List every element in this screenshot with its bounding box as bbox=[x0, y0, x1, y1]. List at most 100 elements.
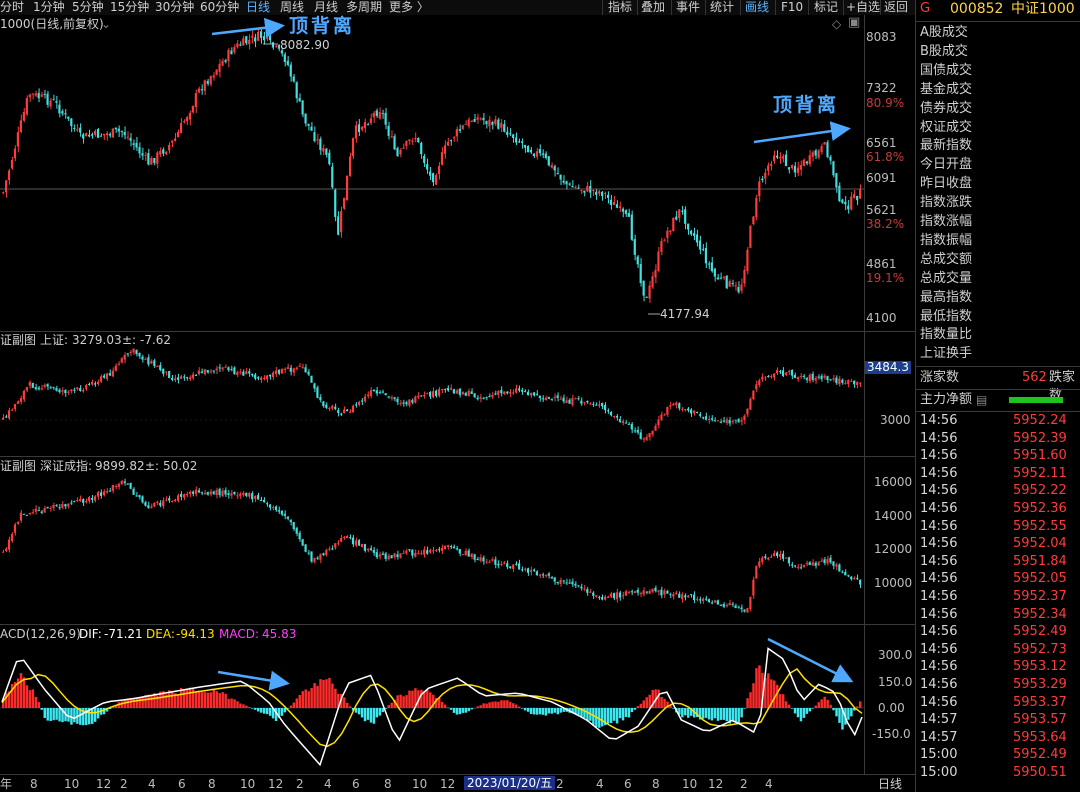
sub2-candle bbox=[698, 599, 702, 601]
sub2-candle bbox=[408, 549, 411, 551]
sub1-change-label: ±: bbox=[122, 333, 137, 347]
period-indicator[interactable]: 日线 bbox=[878, 777, 902, 791]
tick-row: 14:56 5951.84 bbox=[916, 553, 1080, 571]
macd-histogram-bar bbox=[642, 700, 646, 708]
macd-histogram-bar bbox=[19, 673, 23, 708]
sub1-candle bbox=[595, 404, 598, 406]
macd-histogram-bar bbox=[22, 677, 26, 708]
sub2-candle bbox=[859, 579, 862, 585]
macd-histogram-bar bbox=[710, 708, 714, 721]
macd-histogram-bar bbox=[583, 708, 586, 718]
macd-histogram-bar bbox=[740, 708, 743, 718]
sub2-candle bbox=[381, 553, 384, 555]
main-candle bbox=[209, 76, 212, 85]
sub2-candle bbox=[577, 585, 580, 587]
sub2-candle bbox=[684, 595, 687, 598]
sub2-candle bbox=[372, 549, 375, 553]
sub1-candle bbox=[802, 375, 805, 377]
sub2-candle bbox=[260, 499, 263, 501]
chevron-down-icon[interactable]: ⌄ bbox=[101, 17, 111, 31]
sub2-candle bbox=[503, 562, 506, 564]
macd-histogram-bar bbox=[206, 692, 210, 708]
sub2-candle bbox=[853, 578, 856, 580]
sub2-candle bbox=[429, 550, 432, 553]
main-candle bbox=[618, 206, 621, 209]
window-toggle-icon[interactable]: ▣ bbox=[848, 16, 860, 30]
sub2-candle bbox=[147, 505, 150, 508]
sub2-candle bbox=[773, 553, 776, 557]
sub2-candle bbox=[808, 562, 811, 566]
sub2-candle bbox=[583, 588, 586, 590]
panel-divider bbox=[0, 624, 915, 625]
sub2-candle bbox=[621, 595, 624, 597]
sub2-candle bbox=[434, 549, 438, 551]
sub1-candle bbox=[767, 376, 770, 378]
tick-price: 5952.34 bbox=[1013, 606, 1067, 622]
main-candle bbox=[832, 161, 835, 176]
sub2-candle bbox=[159, 502, 162, 506]
sub2-candle bbox=[701, 598, 705, 602]
x-axis-label: 12 bbox=[268, 777, 284, 791]
main-candle bbox=[168, 144, 171, 151]
main-candle bbox=[369, 118, 372, 124]
main-candle bbox=[268, 35, 272, 41]
main-candle bbox=[636, 256, 639, 265]
sub2-candle bbox=[411, 549, 414, 556]
main-candle bbox=[612, 202, 616, 206]
sub1-candle bbox=[185, 377, 189, 379]
sub2-candle bbox=[82, 499, 85, 503]
macd-histogram-bar bbox=[372, 708, 376, 724]
macd-histogram-bar bbox=[520, 708, 524, 709]
tick-price: 5950.51 bbox=[1013, 765, 1067, 780]
sub2-candle bbox=[716, 600, 719, 605]
x-axis-label: 6 bbox=[624, 777, 632, 791]
main-candle bbox=[817, 150, 820, 158]
sub1-candle bbox=[168, 371, 171, 379]
main-candle bbox=[663, 240, 666, 242]
sub2-candle bbox=[690, 594, 693, 596]
main-candle bbox=[722, 276, 725, 278]
main-candle bbox=[541, 153, 544, 155]
diamond-icon[interactable]: ◇ bbox=[832, 17, 841, 31]
macd-histogram-bar bbox=[660, 697, 663, 708]
main-candle bbox=[64, 113, 67, 115]
sub2-candle bbox=[414, 552, 417, 557]
macd-histogram-bar bbox=[67, 708, 70, 722]
sub1-candle bbox=[544, 397, 547, 401]
macd-histogram-bar bbox=[90, 708, 94, 724]
sub2-candle bbox=[461, 554, 464, 556]
sub1-candle bbox=[141, 356, 144, 360]
fib-tick: 61.8% bbox=[866, 150, 905, 164]
main-candle bbox=[426, 164, 429, 170]
sub1-candle bbox=[233, 367, 236, 375]
sub1-candle bbox=[46, 384, 49, 387]
y-tick: 8083 bbox=[866, 30, 897, 44]
main-candle bbox=[399, 149, 402, 155]
macd-histogram-bar bbox=[749, 692, 752, 708]
macd-histogram-bar bbox=[132, 698, 135, 708]
sub2-candle bbox=[526, 568, 530, 573]
x-axis-label: 12 bbox=[708, 777, 724, 791]
chart-canvas[interactable] bbox=[0, 0, 915, 792]
sub1-candle bbox=[423, 395, 426, 397]
main-candle bbox=[117, 128, 120, 132]
macd-histogram-bar bbox=[245, 705, 248, 708]
main-candle bbox=[526, 146, 530, 153]
sub1-candle bbox=[123, 355, 126, 360]
main-candle bbox=[85, 133, 88, 137]
sub2-candle bbox=[322, 553, 325, 555]
sub1-candle bbox=[820, 375, 823, 380]
sub2-candle bbox=[452, 546, 455, 549]
list-icon[interactable]: ▤ bbox=[976, 391, 987, 409]
quote-field-label: A股成交 bbox=[920, 25, 968, 40]
sub2-candle bbox=[719, 604, 722, 606]
tick-row: 15:00 5950.51 bbox=[916, 764, 1080, 782]
y-tick: 6561 bbox=[866, 136, 897, 150]
macd-histogram-bar bbox=[856, 706, 859, 708]
y-tick: 4861 bbox=[866, 257, 897, 271]
quote-field-label: 指数涨幅 bbox=[920, 214, 973, 229]
main-candle bbox=[767, 165, 770, 171]
sub1-candle bbox=[162, 368, 165, 374]
macd-histogram-bar bbox=[40, 708, 44, 710]
macd-histogram-bar bbox=[488, 702, 491, 708]
